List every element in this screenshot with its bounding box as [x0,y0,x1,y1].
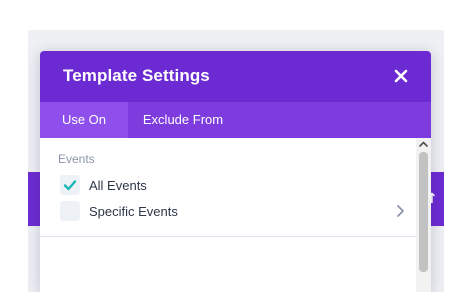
option-specific-events[interactable]: Specific Events [60,201,405,223]
scroll-up-arrow-icon[interactable] [419,141,428,147]
scrollbar-thumb[interactable] [419,152,428,272]
checkmark-icon [63,180,77,191]
close-button[interactable] [389,64,413,88]
tab-bar: Use On Exclude From [40,102,431,138]
modal-content: Events All Events Specific Events [40,138,431,292]
all-events-checkbox[interactable] [60,175,80,195]
option-label: All Events [89,178,147,193]
specific-events-checkbox[interactable] [60,201,80,221]
option-label: Specific Events [89,204,178,219]
modal-title: Template Settings [63,66,210,85]
section-label-events: Events [58,152,95,166]
template-settings-modal: Template Settings Use On Exclude From Ev… [40,51,431,292]
close-icon [394,69,408,83]
chevron-right-icon[interactable] [395,204,405,218]
modal-header: Template Settings [40,51,431,102]
scrollbar[interactable] [416,138,431,292]
section-divider [40,236,416,237]
tab-exclude-from[interactable]: Exclude From [128,102,238,138]
tab-use-on[interactable]: Use On [40,102,128,138]
